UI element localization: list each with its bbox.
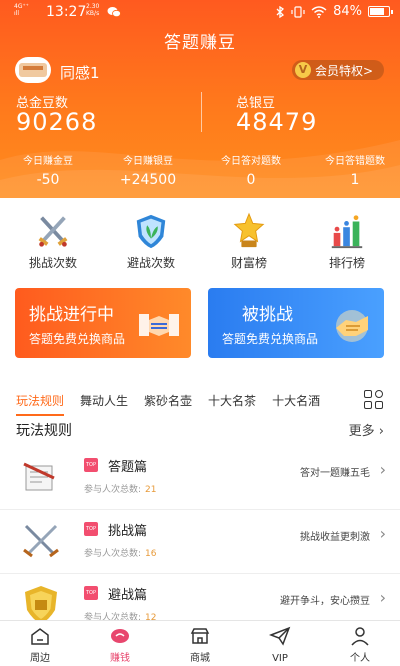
today-correct-label: 今日答对题数 bbox=[221, 156, 281, 167]
rule-name: 挑战篇 bbox=[108, 524, 148, 539]
network-speed: 2.30 KB/s bbox=[86, 3, 100, 17]
nav-label: 赚钱 bbox=[110, 653, 130, 664]
rule-item-challenge[interactable]: TOP 挑战篇 参与人次总数: 16 挑战收益更刺激 › bbox=[0, 512, 400, 574]
rule-name: 答题篇 bbox=[108, 460, 148, 475]
tab-zisha-teapot[interactable]: 紫砂名壶 bbox=[136, 392, 200, 409]
header: 4G⁺⁺ ıll 13:27 2.30 KB/s 84% 答题赚豆 同感1 V … bbox=[0, 0, 400, 198]
rule-description: 挑战收益更刺激 bbox=[300, 532, 370, 543]
feature-ranking[interactable]: 排行榜 bbox=[302, 198, 392, 278]
feature-wealth-rank[interactable]: 财富榜 bbox=[204, 198, 294, 278]
status-bar: 4G⁺⁺ ıll 13:27 2.30 KB/s 84% bbox=[0, 0, 400, 24]
today-silver-value: +24500 bbox=[119, 172, 177, 188]
today-silver-label: 今日赚银豆 bbox=[123, 156, 173, 167]
top-tag-icon: TOP bbox=[84, 522, 98, 536]
wechat-icon bbox=[107, 7, 121, 18]
username: 同感1 bbox=[60, 64, 100, 82]
today-wrong-label: 今日答错题数 bbox=[325, 156, 385, 167]
vip-badge-icon: V bbox=[295, 62, 311, 78]
rule-description: 答对一题赚五毛 bbox=[300, 468, 370, 479]
banner-subtitle: 答题免费兑换商品 bbox=[29, 332, 126, 346]
section-title: 玩法规则 bbox=[16, 423, 72, 439]
challenged-banner[interactable]: 被挑战 答题免费兑换商品 bbox=[208, 288, 384, 358]
nav-label: 个人 bbox=[350, 653, 370, 664]
vip-privilege-button[interactable]: V 会员特权> bbox=[292, 60, 384, 80]
app: 4G⁺⁺ ıll 13:27 2.30 KB/s 84% 答题赚豆 同感1 V … bbox=[0, 0, 400, 666]
nav-label: VIP bbox=[272, 653, 288, 664]
chevron-right-icon: › bbox=[379, 588, 386, 607]
banner-title: 挑战进行中 bbox=[29, 305, 114, 325]
rule-count: 参与人次总数: 16 bbox=[84, 549, 157, 559]
nav-label: 周边 bbox=[30, 653, 50, 664]
ranking-bars-icon bbox=[331, 215, 363, 249]
today-gold-value: -50 bbox=[36, 172, 60, 188]
wifi-icon bbox=[311, 5, 327, 18]
store-icon bbox=[190, 628, 210, 644]
bluetooth-icon bbox=[276, 5, 285, 18]
today-correct-value: 0 bbox=[246, 172, 256, 188]
shield-icon bbox=[136, 214, 166, 249]
banner-subtitle: 答题免费兑换商品 bbox=[222, 332, 319, 346]
battery-icon bbox=[368, 6, 393, 17]
nav-mall[interactable]: 商城 bbox=[160, 621, 240, 666]
today-gold-label: 今日赚金豆 bbox=[23, 156, 73, 167]
status-icons: 84% bbox=[275, 4, 393, 19]
feature-label: 挑战次数 bbox=[28, 256, 77, 270]
tab-rules[interactable]: 玩法规则 bbox=[0, 392, 72, 416]
category-tabs: 玩法规则 舞动人生 紫砂名壶 十大名茶 十大名酒 bbox=[0, 386, 400, 416]
crossed-swords-icon bbox=[38, 216, 68, 247]
gold-bean-value: 90268 bbox=[16, 108, 98, 136]
rule-name: 避战篇 bbox=[108, 588, 148, 603]
rule-description: 避开争斗，安心攒豆 bbox=[280, 596, 370, 607]
feature-label: 财富榜 bbox=[230, 256, 267, 270]
rule-count: 参与人次总数: 21 bbox=[84, 485, 157, 495]
nav-vip[interactable]: VIP bbox=[240, 621, 320, 666]
today-wrong-value: 1 bbox=[350, 172, 360, 188]
handshake-icon bbox=[139, 314, 179, 336]
chevron-right-icon: › bbox=[379, 524, 386, 543]
vibrate-icon bbox=[291, 5, 305, 18]
vip-privilege-label: 会员特权> bbox=[315, 63, 374, 78]
silver-bean-value: 48479 bbox=[236, 108, 318, 136]
page-title: 答题赚豆 bbox=[164, 33, 236, 53]
crossed-swords-icon bbox=[23, 524, 59, 558]
tab-dance-life[interactable]: 舞动人生 bbox=[72, 392, 136, 409]
feature-label: 避战次数 bbox=[126, 256, 175, 270]
rule-item-answer[interactable]: TOP 答题篇 参与人次总数: 21 答对一题赚五毛 › bbox=[0, 448, 400, 510]
battery-percent: 84% bbox=[333, 4, 362, 19]
quiz-sheet-icon bbox=[23, 462, 55, 491]
challenge-in-progress-banner[interactable]: 挑战进行中 答题免费兑换商品 bbox=[15, 288, 191, 358]
feature-row: 挑战次数 避战次数 财富榜 排行榜 bbox=[0, 198, 400, 278]
divider bbox=[201, 92, 202, 132]
feature-challenge-count[interactable]: 挑战次数 bbox=[8, 198, 98, 278]
nav-nearby[interactable]: 周边 bbox=[0, 621, 80, 666]
nav-profile[interactable]: 个人 bbox=[320, 621, 400, 666]
top-tag-icon: TOP bbox=[84, 586, 98, 600]
nav-earn[interactable]: 赚钱 bbox=[80, 621, 160, 666]
star-trophy-icon bbox=[233, 212, 265, 248]
home-icon bbox=[31, 628, 49, 645]
feature-avoid-count[interactable]: 避战次数 bbox=[106, 198, 196, 278]
tab-top-liquors[interactable]: 十大名酒 bbox=[264, 392, 328, 409]
bottom-nav: 周边 赚钱 商城 VIP 个人 bbox=[0, 620, 400, 666]
person-icon bbox=[351, 627, 369, 646]
network-indicator: 4G⁺⁺ ıll bbox=[14, 3, 29, 17]
tab-top-teas[interactable]: 十大名茶 bbox=[200, 392, 264, 409]
more-link[interactable]: 更多 › bbox=[349, 420, 384, 439]
bean-icon bbox=[111, 629, 129, 643]
top-tag-icon: TOP bbox=[84, 458, 98, 472]
category-grid-icon[interactable] bbox=[364, 390, 384, 410]
banner-title: 被挑战 bbox=[242, 305, 293, 325]
feature-label: 排行榜 bbox=[328, 256, 365, 270]
chevron-right-icon: › bbox=[379, 460, 386, 479]
handshake-icon bbox=[336, 310, 368, 342]
avatar[interactable] bbox=[15, 57, 51, 83]
status-time: 13:27 bbox=[46, 4, 87, 20]
nav-label: 商城 bbox=[190, 653, 210, 664]
paper-plane-icon bbox=[269, 626, 291, 646]
